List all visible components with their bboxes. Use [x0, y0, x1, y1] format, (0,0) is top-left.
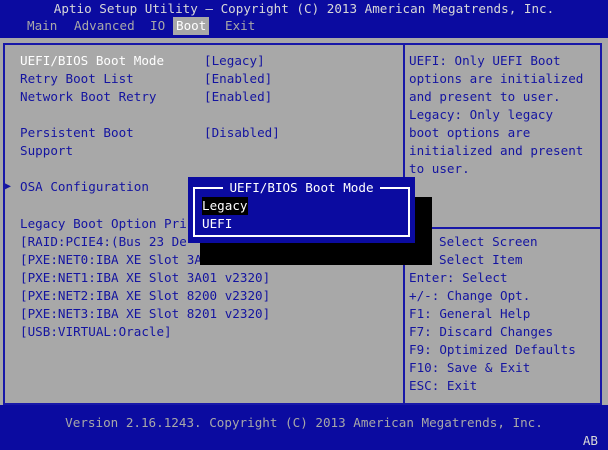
- legacy-item[interactable]: [PXE:NET1:IBA XE Slot 3A01 v2320]: [20, 269, 270, 287]
- legacy-item[interactable]: [USB:VIRTUAL:Oracle]: [20, 323, 172, 341]
- key-hint: +/-: Change Opt.: [409, 288, 531, 303]
- popup-title: UEFI/BIOS Boot Mode: [223, 180, 380, 195]
- tab-advanced[interactable]: Advanced: [71, 17, 138, 35]
- help-line: options are initialized: [409, 71, 584, 86]
- legacy-item[interactable]: [PXE:NET2:IBA XE Slot 8200 v2320]: [20, 287, 270, 305]
- help-line: boot options are: [409, 125, 531, 140]
- legacy-item[interactable]: [PXE:NET0:IBA XE Slot 3A: [20, 251, 202, 269]
- legacy-item[interactable]: [PXE:NET3:IBA XE Slot 8201 v2320]: [20, 305, 270, 323]
- setting-boot-mode-label[interactable]: UEFI/BIOS Boot Mode: [20, 52, 164, 70]
- key-hint: ESC: Exit: [409, 378, 478, 393]
- help-line: and present to user.: [409, 89, 561, 104]
- key-hint: Select Item: [439, 252, 523, 267]
- setting-network-retry-value[interactable]: [Enabled]: [204, 88, 272, 106]
- setting-persistent-boot-label[interactable]: Persistent Boot: [20, 124, 134, 142]
- help-hdivider: [405, 227, 602, 229]
- app-title: Aptio Setup Utility – Copyright (C) 2013…: [53, 1, 555, 16]
- help-line: UEFI: Only UEFI Boot: [409, 53, 561, 68]
- setting-persistent-boot-value[interactable]: [Disabled]: [204, 124, 280, 142]
- key-hint: F10: Save & Exit: [409, 360, 531, 375]
- setting-boot-mode-value[interactable]: [Legacy]: [204, 52, 265, 70]
- help-line: initialized and present: [409, 143, 584, 158]
- help-line: to user.: [409, 161, 470, 176]
- setting-retry-boot-value[interactable]: [Enabled]: [204, 70, 272, 88]
- legacy-heading: Legacy Boot Option Pri: [20, 216, 187, 231]
- key-hint: F1: General Help: [409, 306, 531, 321]
- version-text: Version 2.16.1243. Copyright (C) 2013 Am…: [65, 415, 543, 430]
- tab-boot[interactable]: Boot: [173, 17, 210, 35]
- tab-exit[interactable]: Exit: [222, 17, 258, 35]
- popup-option-uefi[interactable]: UEFI: [202, 215, 232, 233]
- status-indicator: AB: [582, 433, 598, 448]
- key-hint: Select Screen: [439, 234, 538, 249]
- key-hint: F9: Optimized Defaults: [409, 342, 576, 357]
- key-hint: F7: Discard Changes: [409, 324, 554, 339]
- setting-network-retry-label[interactable]: Network Boot Retry: [20, 88, 156, 106]
- submenu-arrow-icon: ▶: [5, 181, 12, 192]
- legacy-item[interactable]: [RAID:PCIE4:(Bus 23 De: [20, 233, 187, 251]
- setting-persistent-boot-label2[interactable]: Support: [20, 142, 73, 160]
- key-hint: Enter: Select: [409, 270, 508, 285]
- tab-io[interactable]: IO: [147, 17, 168, 35]
- tab-main[interactable]: Main: [24, 17, 60, 35]
- popup-option-legacy[interactable]: Legacy: [202, 197, 248, 215]
- osa-configuration-link[interactable]: OSA Configuration: [20, 178, 149, 196]
- setting-retry-boot-label[interactable]: Retry Boot List: [20, 70, 134, 88]
- help-line: Legacy: Only legacy: [409, 107, 554, 122]
